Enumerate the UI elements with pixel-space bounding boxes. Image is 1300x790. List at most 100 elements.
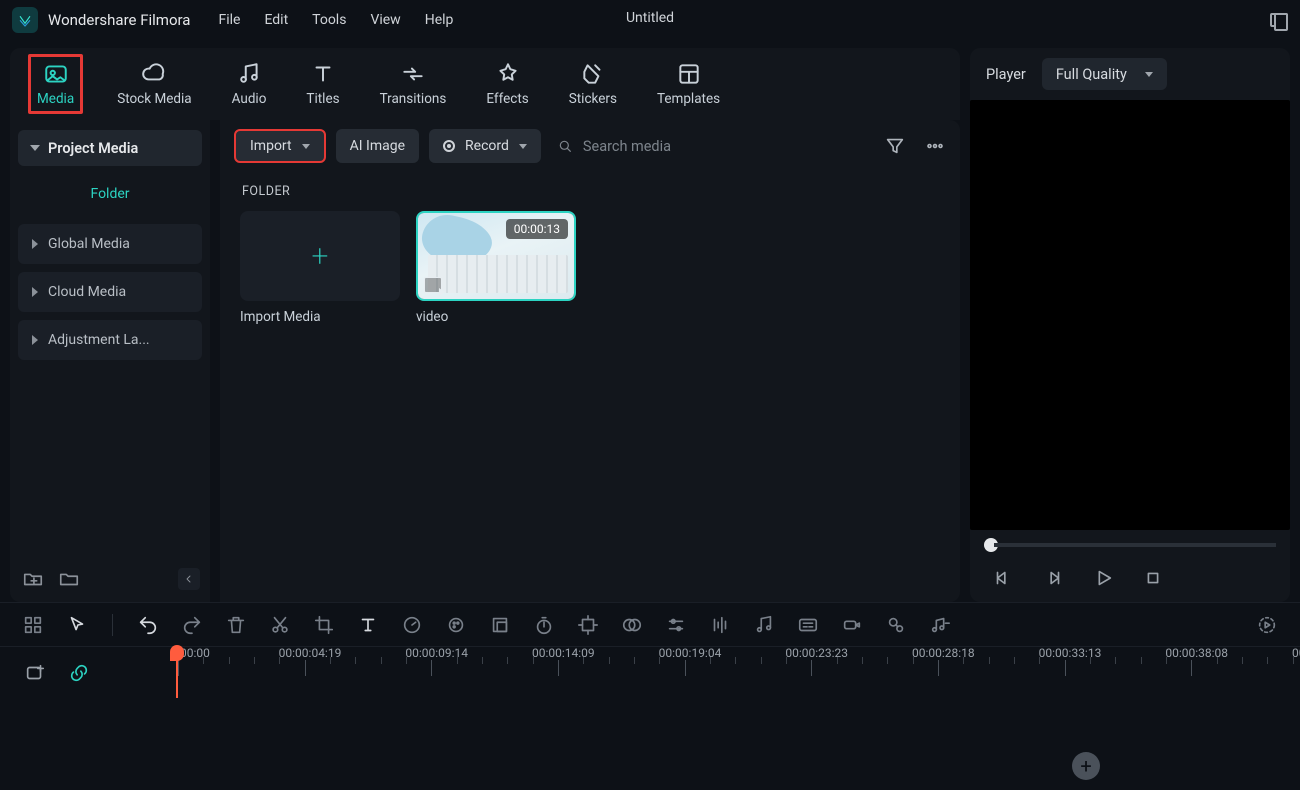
sidebar-project-media[interactable]: Project Media	[18, 130, 202, 166]
tab-titles[interactable]: Titles	[306, 61, 339, 107]
new-folder-icon[interactable]	[22, 568, 44, 590]
crop-icon[interactable]	[313, 614, 335, 636]
chevron-right-icon	[32, 287, 38, 297]
document-title: Untitled	[626, 10, 674, 26]
chevron-down-icon	[1145, 72, 1153, 77]
timeline-tracks[interactable]: +	[0, 698, 1300, 780]
tab-stickers[interactable]: Stickers	[569, 61, 617, 107]
quality-dropdown[interactable]: Full Quality	[1042, 58, 1167, 90]
cursor-icon[interactable]	[66, 614, 88, 636]
import-media-button[interactable]: +	[240, 211, 400, 301]
sidebar-folder[interactable]: Folder	[16, 174, 204, 214]
delete-icon[interactable]	[225, 614, 247, 636]
render-icon[interactable]	[1256, 614, 1278, 636]
ruler-tick: 00:00:14:09	[558, 647, 621, 676]
chroma-icon[interactable]	[621, 614, 643, 636]
tab-audio[interactable]: Audio	[232, 61, 267, 107]
tab-stock-media[interactable]: Stock Media	[117, 61, 191, 107]
more-icon[interactable]	[924, 135, 946, 157]
record-button[interactable]: Record	[429, 129, 541, 163]
cut-icon[interactable]	[269, 614, 291, 636]
tab-stickers-label: Stickers	[569, 91, 617, 107]
tab-titles-label: Titles	[306, 91, 339, 107]
progress-bar[interactable]	[970, 536, 1290, 554]
sidebar-item-global-media[interactable]: Global Media	[18, 224, 202, 264]
ruler-tick: 00:00:23:23	[811, 647, 874, 676]
templates-icon	[676, 61, 702, 87]
record-icon	[443, 140, 455, 152]
audio-mix-icon[interactable]	[709, 614, 731, 636]
link-icon[interactable]	[68, 662, 90, 684]
player-label: Player	[986, 66, 1026, 83]
filter-icon[interactable]	[884, 135, 906, 157]
video-preview[interactable]	[970, 100, 1290, 530]
timeline-toolbar	[0, 602, 1300, 646]
stop-button[interactable]	[1142, 567, 1164, 589]
redo-icon[interactable]	[181, 614, 203, 636]
titles-icon	[310, 61, 336, 87]
plus-icon: +	[312, 239, 329, 274]
folder-icon[interactable]	[58, 568, 80, 590]
menu-edit[interactable]: Edit	[264, 12, 288, 28]
audio-stretch-icon[interactable]	[929, 614, 951, 636]
subtitle-icon[interactable]	[797, 614, 819, 636]
layout-grid-icon[interactable]	[22, 614, 44, 636]
record-vo-icon[interactable]	[841, 614, 863, 636]
sidebar-item-label: Global Media	[48, 236, 130, 252]
next-frame-button[interactable]	[1042, 567, 1064, 589]
ai-image-button[interactable]: AI Image	[336, 129, 419, 163]
tab-stock-media-label: Stock Media	[117, 91, 191, 107]
media-panel: Import AI Image Record Search media	[220, 120, 960, 602]
collapse-sidebar-button[interactable]	[178, 568, 200, 590]
play-button[interactable]	[1092, 567, 1114, 589]
ruler-tick: 00:00:09:14	[431, 647, 494, 676]
text-icon[interactable]	[357, 614, 379, 636]
search-media[interactable]: Search media	[557, 138, 874, 155]
menu-help[interactable]: Help	[425, 12, 454, 28]
chevron-down-icon	[30, 145, 40, 151]
color-icon[interactable]	[445, 614, 467, 636]
media-sidebar: Project Media Folder Global Media Cloud …	[10, 120, 210, 602]
import-button[interactable]: Import	[234, 129, 326, 163]
prev-frame-button[interactable]	[992, 567, 1014, 589]
undo-icon[interactable]	[137, 614, 159, 636]
clip-type-icon	[424, 277, 442, 293]
tab-media[interactable]: Media	[37, 61, 74, 107]
tab-templates-label: Templates	[657, 91, 720, 107]
tab-effects[interactable]: Effects	[486, 61, 528, 107]
layout-toggle-icon[interactable]	[1270, 13, 1288, 27]
mask-icon[interactable]	[489, 614, 511, 636]
media-toolbar: Import AI Image Record Search media	[220, 120, 960, 172]
tab-transitions[interactable]: Transitions	[380, 61, 447, 107]
ai-tools-icon[interactable]	[885, 614, 907, 636]
menu-tools[interactable]: Tools	[312, 12, 346, 28]
tracking-icon[interactable]	[577, 614, 599, 636]
adjust-icon[interactable]	[665, 614, 687, 636]
ai-image-label: AI Image	[350, 138, 405, 154]
quality-value: Full Quality	[1056, 66, 1127, 83]
tab-audio-label: Audio	[232, 91, 267, 107]
menu-view[interactable]: View	[370, 12, 400, 28]
chevron-right-icon	[32, 239, 38, 249]
speed-icon[interactable]	[401, 614, 423, 636]
record-label: Record	[465, 138, 509, 154]
add-track-icon[interactable]	[24, 662, 46, 684]
menu-file[interactable]: File	[218, 12, 240, 28]
tab-templates[interactable]: Templates	[657, 61, 720, 107]
beat-icon[interactable]	[753, 614, 775, 636]
media-clip-video[interactable]: 00:00:13	[416, 211, 576, 301]
ruler-tick: 00:00:33:13	[1065, 647, 1128, 676]
chevron-down-icon	[302, 144, 310, 149]
import-label: Import	[250, 138, 292, 154]
stopwatch-icon[interactable]	[533, 614, 555, 636]
sidebar-item-adjustment-layer[interactable]: Adjustment La...	[18, 320, 202, 360]
tile-label: Import Media	[240, 309, 400, 325]
ruler-tick: 00:00:38:08	[1191, 647, 1254, 676]
timeline-ruler[interactable]: 00:0000:00:04:1900:00:09:1400:00:14:0900…	[160, 647, 1300, 698]
sidebar-item-cloud-media[interactable]: Cloud Media	[18, 272, 202, 312]
add-marker-button[interactable]: +	[1072, 752, 1100, 780]
media-tiles: + Import Media 00:00:13 video	[240, 211, 940, 325]
audio-icon	[236, 61, 262, 87]
tile-video: 00:00:13 video	[416, 211, 576, 325]
tab-transitions-label: Transitions	[380, 91, 447, 107]
